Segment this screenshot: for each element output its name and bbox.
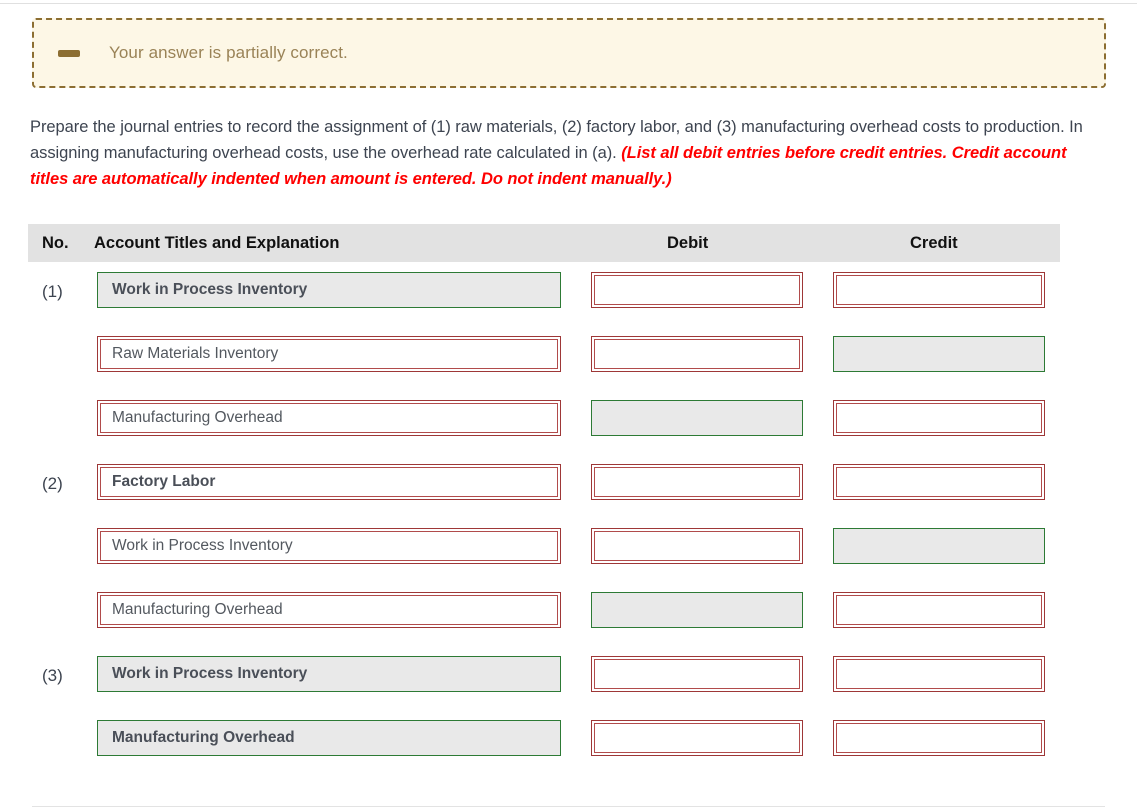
account-title-select[interactable]: Work in Process Inventory (97, 272, 561, 308)
table-row: Work in Process Inventory (28, 518, 1060, 582)
credit-amount-input[interactable] (833, 528, 1045, 564)
credit-amount-input[interactable] (833, 656, 1045, 692)
partially-correct-alert: Your answer is partially correct. (32, 18, 1106, 88)
alert-message: Your answer is partially correct. (109, 43, 348, 62)
column-header-no: No. (42, 234, 69, 252)
minus-icon (58, 49, 80, 57)
debit-amount-input[interactable] (591, 336, 803, 372)
column-header-credit: Credit (910, 234, 958, 252)
table-row: (1) Work in Process Inventory (28, 262, 1060, 326)
table-row: Manufacturing Overhead (28, 710, 1060, 774)
account-title-select[interactable]: Manufacturing Overhead (97, 720, 561, 756)
column-header-debit: Debit (667, 234, 709, 252)
table-body: (1) Work in Process Inventory Raw Material… (28, 262, 1060, 774)
account-title-select[interactable]: Raw Materials Inventory (97, 336, 561, 372)
account-title-select[interactable]: Work in Process Inventory (97, 528, 561, 564)
credit-amount-input[interactable] (833, 336, 1045, 372)
entry-number: (2) (42, 474, 63, 493)
debit-amount-input[interactable] (591, 528, 803, 564)
credit-amount-input[interactable] (833, 464, 1045, 500)
table-row: Manufacturing Overhead (28, 390, 1060, 454)
credit-amount-input[interactable] (833, 272, 1045, 308)
debit-amount-input[interactable] (591, 720, 803, 756)
account-title-select[interactable]: Work in Process Inventory (97, 656, 561, 692)
bottom-divider (32, 806, 1105, 807)
account-title-select[interactable]: Manufacturing Overhead (97, 592, 561, 628)
debit-amount-input[interactable] (591, 272, 803, 308)
table-row: Raw Materials Inventory (28, 326, 1060, 390)
question-instructions: Prepare the journal entries to record th… (30, 114, 1105, 192)
table-row: (2) Factory Labor (28, 454, 1060, 518)
debit-amount-input[interactable] (591, 464, 803, 500)
top-divider (0, 3, 1137, 4)
journal-entry-table: No. Account Titles and Explanation Debit… (28, 224, 1060, 774)
column-header-account: Account Titles and Explanation (94, 234, 340, 252)
account-title-select[interactable]: Factory Labor (97, 464, 561, 500)
entry-number: (1) (42, 282, 63, 301)
debit-amount-input[interactable] (591, 592, 803, 628)
entry-number: (3) (42, 666, 63, 685)
credit-amount-input[interactable] (833, 592, 1045, 628)
credit-amount-input[interactable] (833, 720, 1045, 756)
account-title-select[interactable]: Manufacturing Overhead (97, 400, 561, 436)
table-row: (3) Work in Process Inventory (28, 646, 1060, 710)
table-row: Manufacturing Overhead (28, 582, 1060, 646)
table-header-row: No. Account Titles and Explanation Debit… (28, 224, 1060, 262)
debit-amount-input[interactable] (591, 656, 803, 692)
debit-amount-input[interactable] (591, 400, 803, 436)
credit-amount-input[interactable] (833, 400, 1045, 436)
